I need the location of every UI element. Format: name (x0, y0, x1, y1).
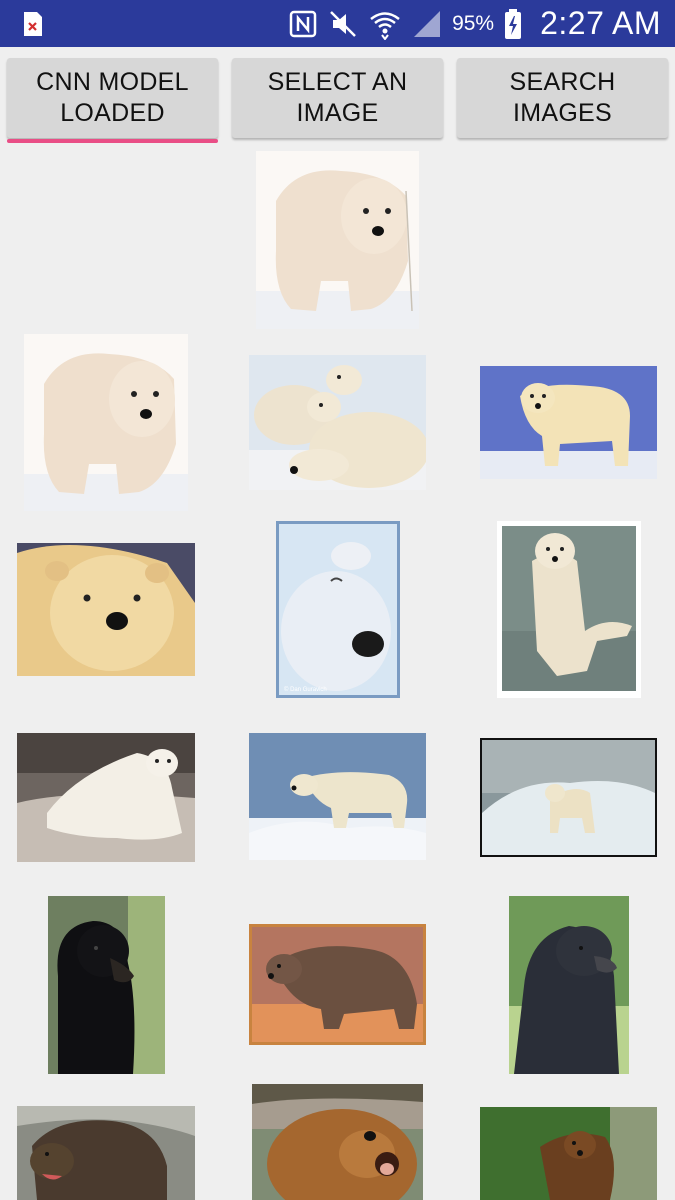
battery-charging-icon (504, 8, 522, 40)
result-image[interactable]: © Dan Guravich (276, 521, 400, 698)
nfc-icon (288, 9, 318, 39)
result-image[interactable] (480, 738, 657, 857)
result-image[interactable] (249, 355, 426, 490)
result-image[interactable] (17, 1106, 195, 1200)
result-image[interactable] (480, 1107, 657, 1200)
query-image[interactable] (256, 151, 419, 329)
result-image[interactable] (249, 924, 426, 1045)
battery-percent: 95% (452, 11, 495, 35)
result-image[interactable] (509, 896, 629, 1074)
result-image[interactable] (48, 896, 165, 1074)
action-button-row: CNN MODEL LOADED SELECT AN IMAGE SEARCH … (7, 58, 668, 143)
result-image[interactable] (17, 733, 195, 862)
cnn-model-button[interactable]: CNN MODEL LOADED (7, 58, 218, 138)
cell-signal-icon (412, 9, 442, 39)
app-notification-icon (22, 11, 44, 37)
result-image[interactable] (252, 1084, 423, 1200)
result-image[interactable] (497, 521, 641, 698)
focus-underline (7, 139, 218, 143)
select-image-button[interactable]: SELECT AN IMAGE (232, 58, 443, 138)
mute-icon (328, 9, 358, 39)
result-image[interactable] (249, 733, 426, 860)
wifi-icon (368, 8, 402, 40)
svg-text:© Dan Guravich: © Dan Guravich (284, 686, 327, 693)
result-image[interactable] (24, 334, 188, 511)
clock: 2:27 AM (540, 5, 661, 41)
search-images-button[interactable]: SEARCH IMAGES (457, 58, 668, 138)
result-image[interactable] (480, 366, 657, 479)
status-bar: 95% 2:27 AM (0, 0, 675, 47)
result-image[interactable] (17, 543, 195, 676)
